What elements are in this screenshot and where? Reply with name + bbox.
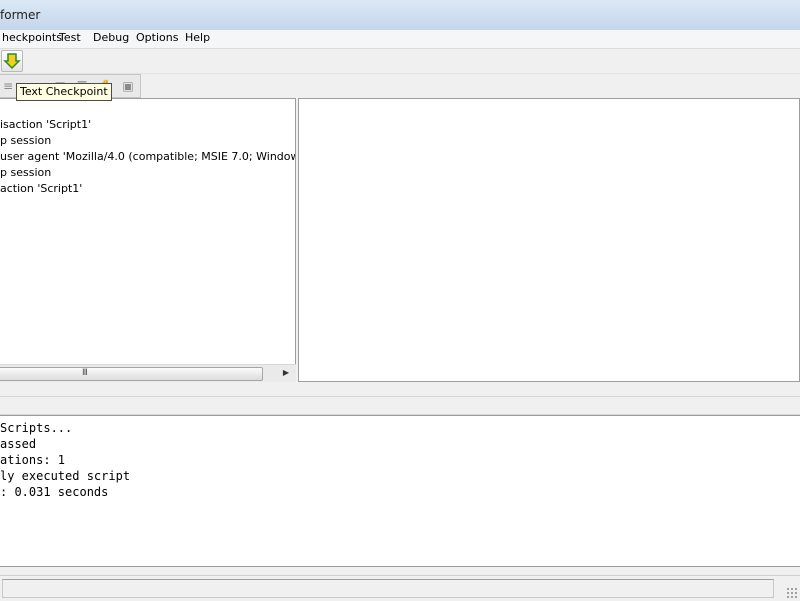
output-line: Scripts...	[0, 421, 73, 435]
properties-pane[interactable]	[298, 98, 800, 382]
script-tree-pane[interactable]: isaction 'Script1' p session user agent …	[0, 98, 296, 382]
menu-help[interactable]: Help	[183, 31, 212, 44]
tree-item[interactable]: p session	[0, 134, 51, 147]
menu-debug[interactable]: Debug	[91, 31, 131, 44]
menu-test[interactable]: Test	[57, 31, 83, 44]
output-line: assed	[0, 437, 37, 451]
scroll-grip: III	[82, 368, 88, 378]
output-line: : 0.031 seconds	[0, 485, 109, 499]
status-bar	[0, 575, 800, 601]
main-toolbar	[0, 49, 800, 74]
scroll-right-arrow-icon[interactable]: ▶	[280, 367, 292, 379]
tree-horizontal-scrollbar[interactable]: III ▶	[0, 364, 296, 382]
down-arrow-icon	[3, 53, 21, 70]
output-header-bar	[0, 396, 800, 415]
tree-item[interactable]: isaction 'Script1'	[0, 118, 91, 131]
status-field	[2, 579, 774, 598]
checkpoint-toolbar: ≡ ▬ ▤ ☰ ✋ ▣	[0, 74, 800, 98]
pane-splitter[interactable]	[0, 382, 800, 396]
resize-grip-icon[interactable]	[786, 587, 798, 599]
title-bar: former	[0, 0, 800, 31]
output-line: ations: 1	[0, 453, 66, 467]
image-icon[interactable]: ▣	[120, 79, 136, 93]
window-title: former	[0, 8, 41, 22]
output-log-pane[interactable]: Scripts... assed ations: 1 ly executed s…	[0, 415, 800, 567]
checkpoint-icon[interactable]: ≡	[0, 79, 16, 93]
run-button[interactable]	[1, 50, 23, 72]
output-line: ly executed script	[0, 469, 131, 483]
tooltip-text-checkpoint: Text Checkpoint	[16, 83, 112, 101]
tree-item[interactable]: p session	[0, 166, 51, 179]
tree-item[interactable]: user agent 'Mozilla/4.0 (compatible; MSI…	[0, 150, 295, 163]
menu-checkpoints[interactable]: heckpoints	[0, 31, 64, 44]
scrollbar-thumb[interactable]: III	[0, 367, 263, 381]
tree-item[interactable]: action 'Script1'	[0, 182, 82, 195]
menu-options[interactable]: Options	[134, 31, 180, 44]
menu-bar: heckpoints Test Debug Options Help	[0, 30, 800, 49]
